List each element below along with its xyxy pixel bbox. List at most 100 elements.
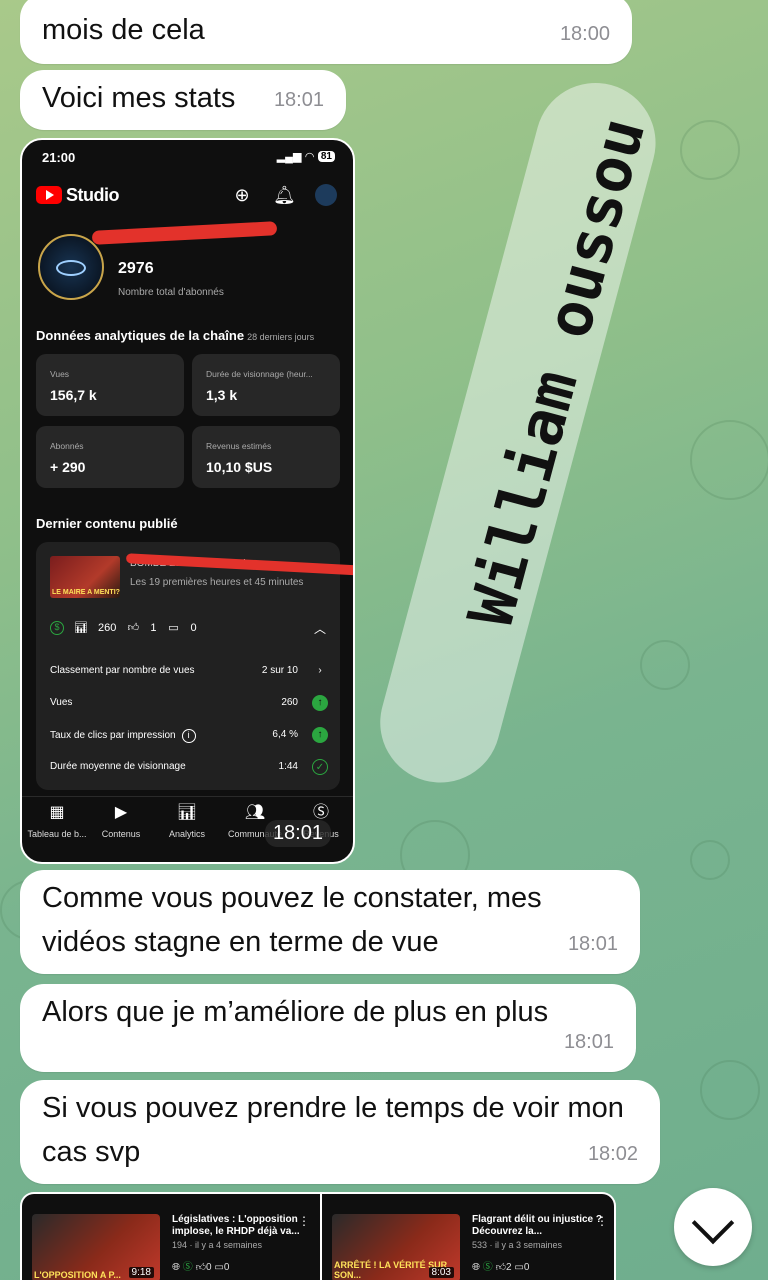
stat-card-subscribers[interactable]: Abonnés + 290 <box>36 426 184 488</box>
latest-content-card[interactable]: LE MAIRE A MENTI? BOMBE ÉLECTORALE : Le … <box>36 542 353 790</box>
video-metrics: $ 📊︎ 260 👍︎ 1 ▭ 0 ︿ <box>50 620 326 636</box>
stat-value: 10,10 $US <box>206 459 273 475</box>
video-stats: 🌐︎ Ⓢ 👍︎0 ▭0 <box>172 1258 229 1273</box>
check-icon: ✓ <box>312 759 328 775</box>
video-title: Législatives : L'opposition implose, le … <box>172 1214 300 1237</box>
comments-value: 0 <box>523 1262 530 1273</box>
views-icon: 📊︎ <box>74 622 88 634</box>
video-item[interactable]: L'OPPOSITION A P... 9:18 Législatives : … <box>22 1194 318 1280</box>
row-value: 6,4 % <box>272 729 298 740</box>
nav-analytics[interactable]: 📊︎ Analytics <box>154 803 220 839</box>
analytics-heading: Données analytiques de la chaîne 28 derni… <box>36 328 314 343</box>
video-list-screenshot[interactable]: L'OPPOSITION A P... 9:18 Législatives : … <box>20 1192 616 1280</box>
nav-label: Tableau de b... <box>27 829 87 839</box>
globe-icon: 🌐︎ <box>472 1262 480 1273</box>
subscriber-count: 2976 <box>118 260 154 277</box>
row-value: 1:44 <box>278 761 298 772</box>
monetization-icon: Ⓢ <box>482 1262 493 1273</box>
youtube-logo-icon <box>36 186 62 204</box>
content-icon: ▶ <box>114 804 128 821</box>
battery-icon: 81 <box>317 151 335 162</box>
chevron-up-icon[interactable]: ︿ <box>314 620 326 637</box>
views-value: 260 <box>98 622 117 634</box>
status-time: 21:00 <box>42 150 76 165</box>
nav-dashboard[interactable]: ▦ Tableau de b... <box>24 803 90 839</box>
message-text: Comme vous pouvez le constater, mes vidé… <box>42 882 542 958</box>
video-title: Flagrant délit ou injustice ? Découvrez … <box>472 1214 603 1237</box>
dashboard-icon: ▦ <box>49 804 65 821</box>
more-options-icon[interactable]: ⋮ <box>298 1214 310 1228</box>
status-bar: 21:00 ▂▄▆ ◠ 81 <box>42 150 335 166</box>
message-bubble: Comme vous pouvez le constater, mes vidé… <box>20 870 640 974</box>
row-label-text: Taux de clics par impression <box>50 730 176 741</box>
message-text: Alors que je m’améliore de plus en plus <box>42 996 549 1028</box>
video-subtitle: Les 19 premières heures et 45 minutes <box>130 577 304 588</box>
likes-value: 2 <box>506 1262 512 1273</box>
analytics-icon: 📊︎ <box>176 804 198 821</box>
video-thumbnail: LE MAIRE A MENTI? <box>50 556 120 598</box>
stat-row-avg-duration: Durée moyenne de visionnage 1:44 ✓ <box>50 758 328 778</box>
studio-topbar: Studio ⊕ 🔔︎ <box>36 182 341 210</box>
analytics-period: 28 derniers jours <box>247 332 315 342</box>
wifi-icon: ◠ <box>305 151 314 163</box>
redaction-mark <box>91 221 278 245</box>
message-bubble: mois de cela 18:00 <box>20 0 632 64</box>
video-item[interactable]: ARRÊTÉ ! LA VÉRITÉ SUR SON... 8:03 Flagr… <box>320 1194 614 1280</box>
thumbnail-text: L'OPPOSITION A P... <box>34 1270 121 1280</box>
video-duration: 9:18 <box>128 1267 154 1278</box>
scroll-to-bottom-button[interactable] <box>674 1188 752 1266</box>
comment-icon: ▭ <box>214 1262 224 1273</box>
stat-value: + 290 <box>50 459 86 475</box>
video-meta: 194 · il y a 4 semaines <box>172 1240 263 1250</box>
signal-icon: ▂▄▆ <box>276 151 302 163</box>
comments-value: 0 <box>223 1262 230 1273</box>
comment-icon: ▭ <box>514 1262 524 1273</box>
channel-avatar <box>38 234 104 300</box>
stat-label: Durée de visionnage (heur... <box>206 369 313 379</box>
row-value: 260 <box>281 697 298 708</box>
message-text: Voici mes stats <box>42 82 236 114</box>
video-thumbnail: L'OPPOSITION A P... 9:18 <box>32 1214 160 1280</box>
more-options-icon[interactable]: ⋮ <box>596 1214 608 1228</box>
redaction-mark <box>125 553 353 577</box>
message-time: 18:00 <box>559 23 610 45</box>
monetization-icon: Ⓢ <box>182 1262 193 1273</box>
message-time: 18:01 <box>264 820 331 847</box>
likes-value: 1 <box>150 622 157 634</box>
nav-label: Analytics <box>168 829 205 839</box>
message-bubble: Si vous pouvez prendre le temps de voir … <box>20 1080 660 1184</box>
message-bubble: Voici mes stats 18:01 <box>20 70 346 130</box>
monetization-icon: $ <box>50 621 64 635</box>
row-label: Taux de clics par impression i <box>50 729 196 743</box>
eye-icon <box>56 260 86 276</box>
globe-icon: 🌐︎ <box>172 1262 180 1273</box>
row-value: 2 sur 10 <box>261 665 298 676</box>
message-time: 18:02 <box>587 1143 638 1165</box>
stat-row-views: Vues 260 ↑ <box>50 694 328 714</box>
stat-label: Abonnés <box>50 441 84 451</box>
stat-value: 156,7 k <box>50 387 97 403</box>
comments-value: 0 <box>190 622 197 634</box>
message-time: 18:01 <box>563 1031 614 1053</box>
analytics-title: Données analytiques de la chaîne <box>36 328 245 343</box>
message-bubble: Alors que je m’améliore de plus en plus … <box>20 984 636 1072</box>
youtube-studio-screenshot[interactable]: 21:00 ▂▄▆ ◠ 81 Studio ⊕ 🔔︎ 2976 Nombre t… <box>20 138 355 864</box>
stat-card-views[interactable]: Vues 156,7 k <box>36 354 184 416</box>
stat-card-watch-time[interactable]: Durée de visionnage (heur... 1,3 k <box>192 354 340 416</box>
message-time: 18:01 <box>273 89 324 111</box>
row-label: Durée moyenne de visionnage <box>50 761 186 772</box>
stat-label: Revenus estimés <box>206 441 272 451</box>
create-icon: ⊕ <box>234 185 250 205</box>
message-text: Si vous pouvez prendre le temps de voir … <box>42 1092 624 1168</box>
nav-content[interactable]: ▶ Contenus <box>88 803 154 839</box>
like-icon: 👍︎ <box>127 622 140 634</box>
stat-row-rank[interactable]: Classement par nombre de vues 2 sur 10 › <box>50 662 328 682</box>
thumbnail-text: LE MAIRE A MENTI? <box>52 589 120 596</box>
like-icon: 👍︎ <box>495 1262 507 1273</box>
stat-card-revenue[interactable]: Revenus estimés 10,10 $US <box>192 426 340 488</box>
info-icon[interactable]: i <box>181 729 196 743</box>
nav-label: Contenus <box>101 829 141 839</box>
row-label: Vues <box>50 697 73 708</box>
account-avatar-icon <box>315 184 337 206</box>
bell-icon: 🔔︎ <box>273 185 296 205</box>
